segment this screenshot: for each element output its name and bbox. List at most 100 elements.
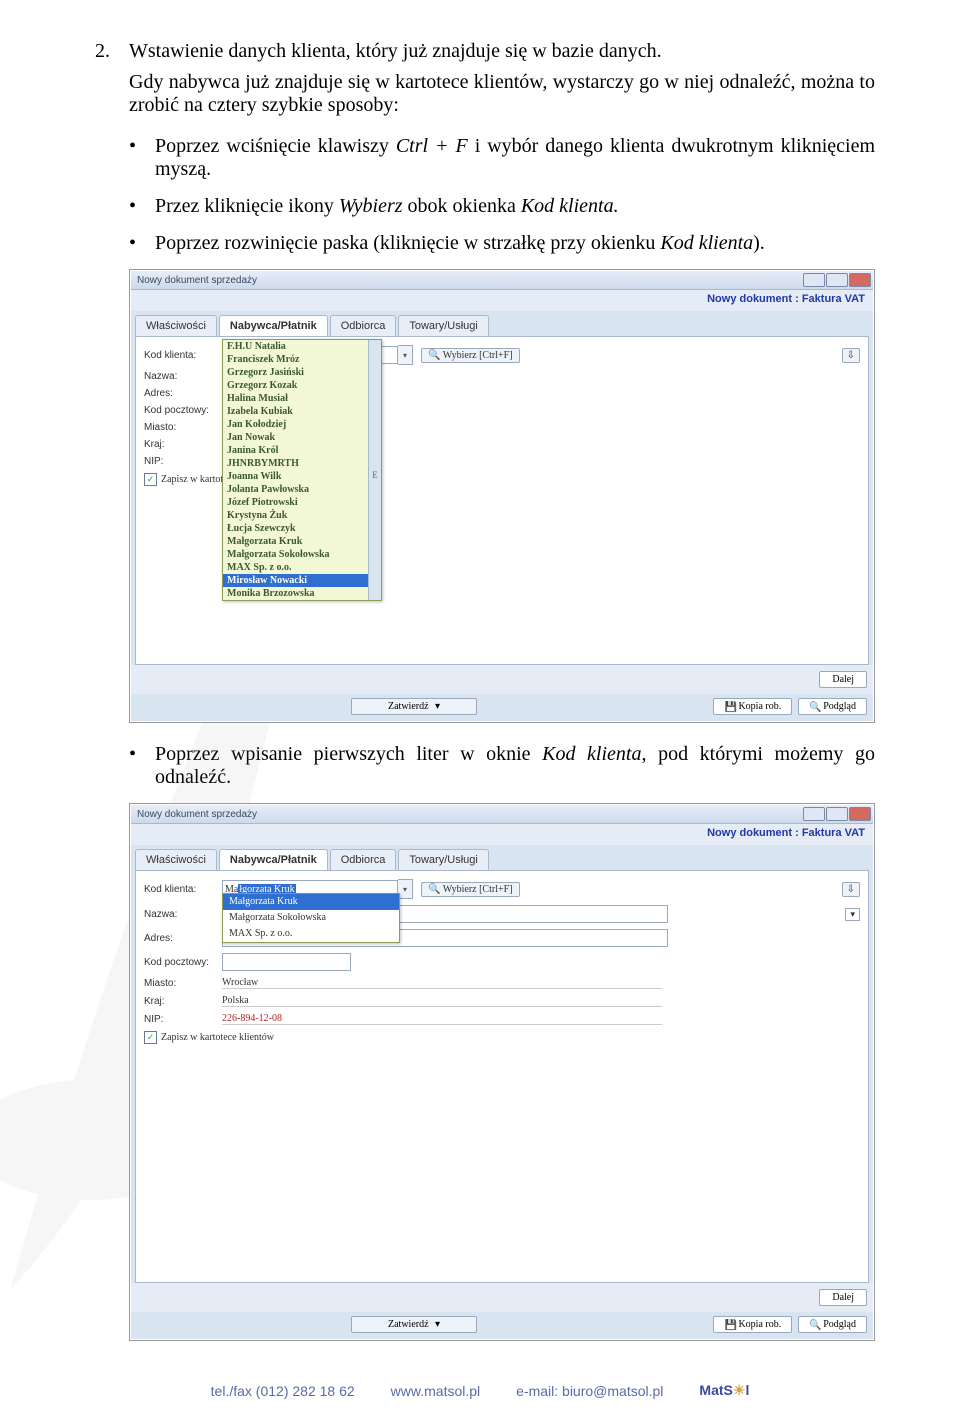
dropdown-item[interactable]: Monika Jaworska [223,600,381,601]
tab-nabywca[interactable]: Nabywca/Płatnik [219,849,328,870]
maximize-icon[interactable] [826,807,848,821]
tab-wlasciwosci[interactable]: Właściwości [135,315,217,336]
window-title: Nowy dokument sprzedaży [133,275,257,286]
label-nazwa: Nazwa: [144,909,222,920]
dropdown-item[interactable]: Joanna Wilk [223,470,381,483]
minimize-icon[interactable] [803,273,825,287]
dropdown-item[interactable]: JHNRBYMRTH [223,457,381,470]
minimize-icon[interactable] [803,807,825,821]
document-subtitle: Nowy dokument : Faktura VAT [131,824,873,845]
footer-logo: MatS☀l [699,1382,749,1399]
wybierz-button[interactable]: 🔍 Wybierz [Ctrl+F] [421,882,520,897]
screenshot-1: Nowy dokument sprzedaży Nowy dokument : … [129,269,875,723]
maximize-icon[interactable] [826,273,848,287]
label-miasto: Miasto: [144,978,222,989]
footer-mail: e-mail: biuro@matsol.pl [516,1383,663,1399]
tab-odbiorca[interactable]: Odbiorca [330,849,397,870]
label-kodpocztowy: Kod pocztowy: [144,405,222,416]
podglad-button[interactable]: 🔍Podgląd [798,698,867,715]
dropdown-item[interactable]: Łucja Szewczyk [223,522,381,535]
section-number: 2. [95,40,117,63]
tab-towary[interactable]: Towary/Usługi [398,849,488,870]
label-nazwa: Nazwa: [144,371,222,382]
preview-icon: 🔍 [809,1320,819,1330]
section-title: Wstawienie danych klienta, który już zna… [129,40,662,63]
expand-arrow-icon[interactable]: ⇩ [842,882,860,897]
dropdown-item[interactable]: Małgorzata Sokołowska [223,910,399,926]
dropdown-item[interactable]: Monika Brzozowska [223,587,381,600]
kodpocztowy-input[interactable] [222,953,351,971]
dropdown-item[interactable]: Janina Król [223,444,381,457]
footer-tel: tel./fax (012) 282 18 62 [211,1383,355,1399]
dropdown-item[interactable]: Krystyna Żuk [223,509,381,522]
dropdown-item[interactable]: Jolanta Pawłowska [223,483,381,496]
window-titlebar: Nowy dokument sprzedaży [131,805,873,824]
podglad-button[interactable]: 🔍Podgląd [798,1316,867,1333]
dropdown-item[interactable]: Małgorzata Sokołowska [223,548,381,561]
tab-towary[interactable]: Towary/Usługi [398,315,488,336]
dropdown-scrollbar[interactable]: E [368,340,381,600]
label-kodpocztowy: Kod pocztowy: [144,957,222,968]
bullet-4: Poprzez wpisanie pierwszych liter w okni… [129,743,875,789]
dropdown-item[interactable]: Izabela Kubiak [223,405,381,418]
expand-arrow-icon[interactable]: ⇩ [842,348,860,363]
window-titlebar: Nowy dokument sprzedaży [131,271,873,290]
tab-wlasciwosci[interactable]: Właściwości [135,849,217,870]
label-kod-klienta: Kod klienta: [144,884,222,895]
wybierz-button[interactable]: 🔍 Wybierz [Ctrl+F] [421,348,520,363]
label-nip: NIP: [144,456,222,467]
screenshot-2: Nowy dokument sprzedaży Nowy dokument : … [129,803,875,1341]
label-adres: Adres: [144,933,222,944]
dropdown-item[interactable]: Jan Kołodziej [223,418,381,431]
dropdown-item[interactable]: Jan Nowak [223,431,381,444]
miasto-value[interactable]: Wrocław [222,977,662,989]
kopia-rob-button[interactable]: 💾Kopia rob. [713,698,792,715]
label-kraj: Kraj: [144,439,222,450]
dropdown-item[interactable]: Grzegorz Jasiński [223,366,381,379]
bullet-1: Poprzez wciśnięcie klawiszy Ctrl + F i w… [129,135,875,181]
save-icon: 💾 [724,1320,734,1330]
dalej-button[interactable]: Dalej [819,1289,867,1306]
bullet-3: Poprzez rozwinięcie paska (kliknięcie w … [129,232,875,255]
dropdown-item[interactable]: Małgorzata Kruk [223,894,399,910]
client-dropdown-list[interactable]: F.H.U NataliaFranciszek MrózGrzegorz Jas… [222,339,382,601]
dropdown-item[interactable]: Mirosław Nowacki [223,574,381,587]
footer-www: www.matsol.pl [391,1383,480,1399]
zatwierdz-button[interactable]: Zatwierdź ▾ [351,698,477,715]
dropdown-arrow-icon[interactable]: ▾ [845,908,860,921]
tab-nabywca[interactable]: Nabywca/Płatnik [219,315,328,336]
close-icon[interactable] [849,807,871,821]
bullet-2: Przez kliknięcie ikony Wybierz obok okie… [129,195,875,218]
dropdown-arrow-icon[interactable]: ▾ [398,879,413,899]
autocomplete-dropdown[interactable]: Małgorzata KrukMałgorzata SokołowskaMAX … [222,893,400,943]
preview-icon: 🔍 [809,702,819,712]
label-nip: NIP: [144,1014,222,1025]
dropdown-item[interactable]: Franciszek Mróz [223,353,381,366]
window-title: Nowy dokument sprzedaży [133,809,257,820]
dropdown-item[interactable]: Grzegorz Kozak [223,379,381,392]
close-icon[interactable] [849,273,871,287]
section-heading: 2. Wstawienie danych klienta, który już … [95,40,875,63]
save-in-katalog-checkbox[interactable]: ✓Zapisz w kartotece klientów [144,1031,860,1044]
label-kraj: Kraj: [144,996,222,1007]
dropdown-item[interactable]: Halina Musiał [223,392,381,405]
dropdown-item[interactable]: F.H.U Natalia [223,340,381,353]
tab-odbiorca[interactable]: Odbiorca [330,315,397,336]
dropdown-item[interactable]: MAX Sp. z o.o. [223,561,381,574]
kraj-value[interactable]: Polska [222,995,662,1007]
kopia-rob-button[interactable]: 💾Kopia rob. [713,1316,792,1333]
label-miasto: Miasto: [144,422,222,433]
label-adres: Adres: [144,388,222,399]
dropdown-item[interactable]: MAX Sp. z o.o. [223,926,399,942]
save-icon: 💾 [724,702,734,712]
nip-value[interactable]: 226-894-12-08 [222,1013,662,1025]
page-footer: tel./fax (012) 282 18 62 www.matsol.pl e… [0,1382,960,1399]
zatwierdz-button[interactable]: Zatwierdź ▾ [351,1316,477,1333]
dalej-button[interactable]: Dalej [819,671,867,688]
document-subtitle: Nowy dokument : Faktura VAT [131,290,873,311]
dropdown-item[interactable]: Józef Piotrowski [223,496,381,509]
dropdown-item[interactable]: Małgorzata Kruk [223,535,381,548]
dropdown-arrow-icon[interactable]: ▾ [398,345,413,365]
label-kod-klienta: Kod klienta: [144,350,222,361]
intro-paragraph: Gdy nabywca już znajduje się w kartotece… [129,71,875,117]
